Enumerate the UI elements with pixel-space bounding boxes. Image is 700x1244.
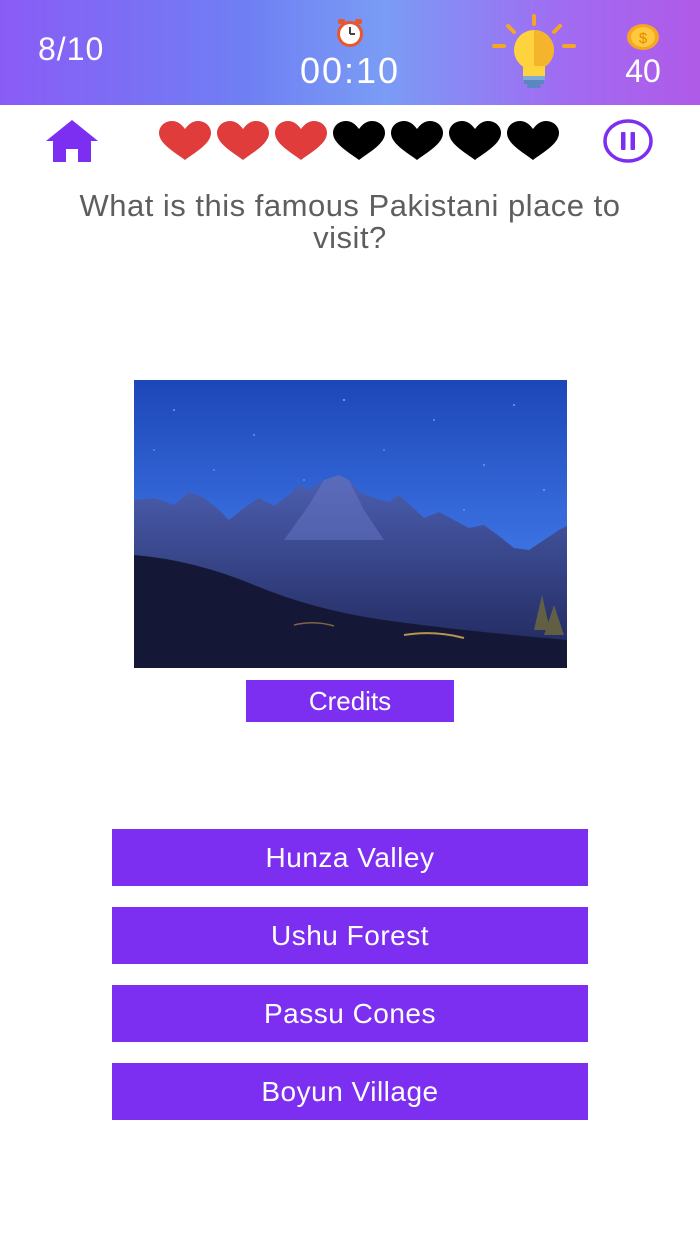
coin-symbol: $ xyxy=(639,30,648,47)
timer: 00:10 xyxy=(299,50,401,91)
coin-count: 40 xyxy=(625,53,661,89)
heart-full-icon xyxy=(217,121,269,160)
heart-full-icon xyxy=(159,121,211,160)
question-photo-mountains xyxy=(134,380,567,668)
heart-empty-icon xyxy=(333,121,385,160)
answer-option-2[interactable]: Ushu Forest xyxy=(112,907,588,964)
heart-full-icon xyxy=(275,121,327,160)
hint-lightbulb-icon[interactable] xyxy=(490,12,580,92)
credits-button[interactable]: Credits xyxy=(246,680,454,722)
home-icon[interactable] xyxy=(44,117,100,165)
answer-option-4[interactable]: Boyun Village xyxy=(112,1063,588,1120)
pause-icon[interactable] xyxy=(602,117,654,165)
answer-option-3[interactable]: Passu Cones xyxy=(112,985,588,1042)
coin-icon: $ xyxy=(627,24,659,50)
question-text: What is this famous Pakistani place to v… xyxy=(79,188,621,255)
answer-list: Hunza Valley Ushu Forest Passu Cones Boy… xyxy=(112,829,588,1141)
heart-empty-icon xyxy=(391,121,443,160)
lives-hearts xyxy=(156,120,562,162)
top-bar: 8/10 00:10 $ 40 xyxy=(0,0,700,105)
heart-empty-icon xyxy=(507,121,559,160)
answer-option-1[interactable]: Hunza Valley xyxy=(112,829,588,886)
clock-icon xyxy=(337,19,363,47)
heart-empty-icon xyxy=(449,121,501,160)
